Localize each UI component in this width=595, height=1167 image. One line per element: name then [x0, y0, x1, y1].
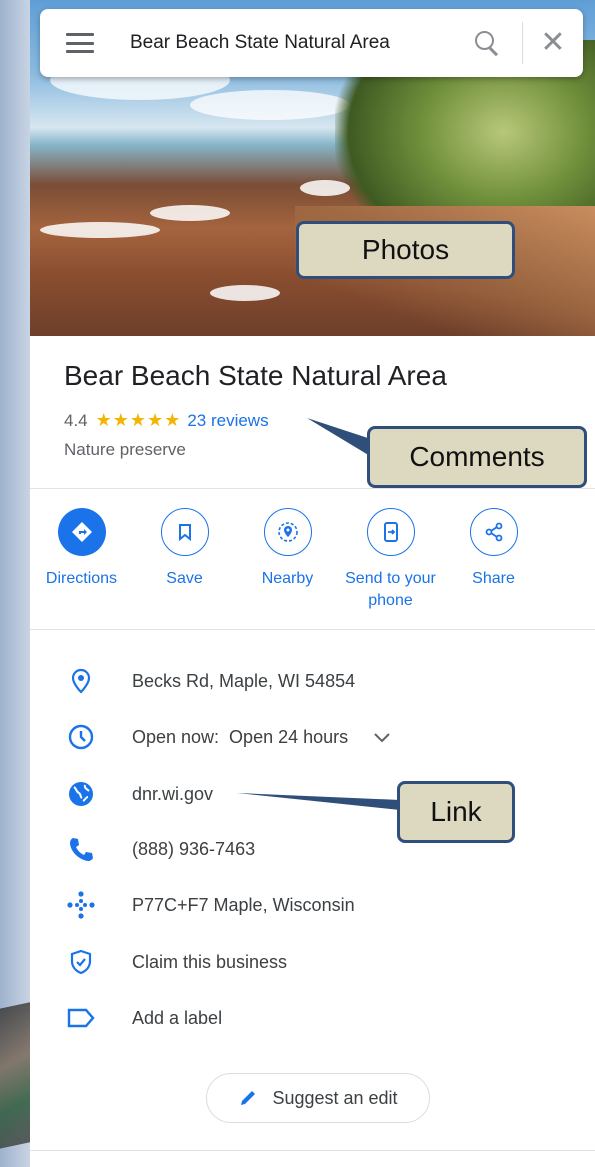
- comments-callout: Comments: [367, 426, 587, 488]
- link-pointer: [237, 793, 400, 810]
- link-callout: Link: [397, 781, 515, 843]
- callout-pointers: [237, 418, 400, 810]
